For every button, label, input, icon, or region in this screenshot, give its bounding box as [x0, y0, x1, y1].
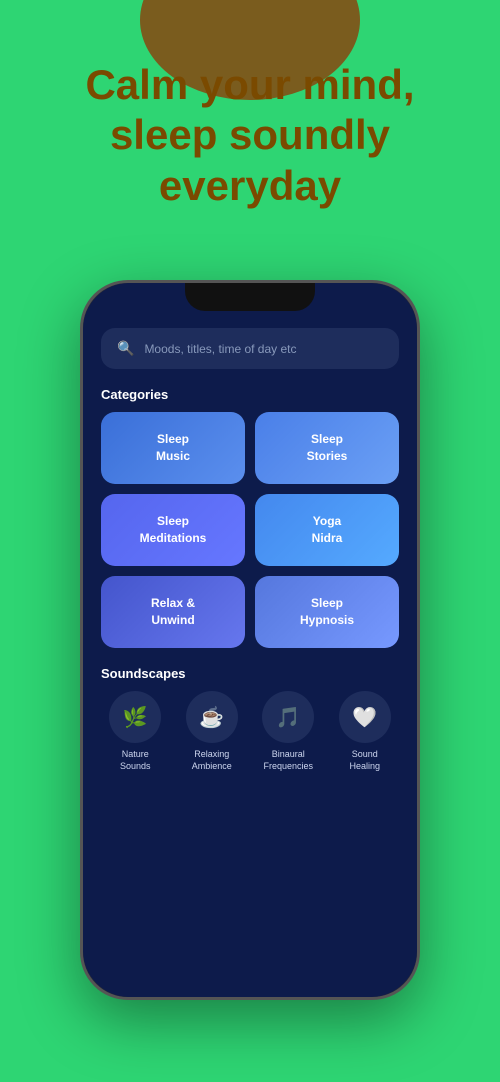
category-sleep-meditations-label: SleepMeditations — [140, 513, 207, 547]
power-button — [417, 413, 420, 473]
category-sleep-hypnosis[interactable]: SleepHypnosis — [255, 576, 399, 648]
sound-healing-icon: 🤍 — [339, 691, 391, 743]
soundscape-relaxing-ambience[interactable]: ☕ RelaxingAmbience — [178, 691, 247, 772]
category-sleep-hypnosis-label: SleepHypnosis — [300, 595, 354, 629]
relaxing-ambience-label: RelaxingAmbience — [192, 749, 232, 772]
category-sleep-music[interactable]: SleepMusic — [101, 412, 245, 484]
relaxing-ambience-icon: ☕ — [186, 691, 238, 743]
soundscapes-row: 🌿 NatureSounds ☕ RelaxingAmbience 🎵 Bina… — [101, 691, 399, 772]
search-icon: 🔍 — [117, 340, 134, 357]
nature-sounds-label: NatureSounds — [120, 749, 151, 772]
categories-grid: SleepMusic SleepStories SleepMeditations… — [101, 412, 399, 648]
category-sleep-stories-label: SleepStories — [307, 431, 348, 465]
category-yoga-nidra-label: YogaNidra — [312, 513, 343, 547]
category-sleep-music-label: SleepMusic — [156, 431, 190, 465]
soundscape-binaural-frequencies[interactable]: 🎵 BinauralFrequencies — [254, 691, 323, 772]
sound-healing-label: SoundHealing — [349, 749, 380, 772]
nature-sounds-icon: 🌿 — [109, 691, 161, 743]
search-placeholder-text: Moods, titles, time of day etc — [144, 342, 296, 356]
category-relax-unwind[interactable]: Relax &Unwind — [101, 576, 245, 648]
categories-title: Categories — [101, 387, 399, 402]
hero-title: Calm your mind, sleep soundly everyday — [30, 60, 470, 211]
phone-mockup: 🔍 Moods, titles, time of day etc Categor… — [80, 280, 420, 1000]
category-relax-unwind-label: Relax &Unwind — [151, 595, 195, 629]
category-sleep-meditations[interactable]: SleepMeditations — [101, 494, 245, 566]
phone-notch — [185, 283, 315, 311]
soundscape-sound-healing[interactable]: 🤍 SoundHealing — [331, 691, 400, 772]
phone-outer: 🔍 Moods, titles, time of day etc Categor… — [80, 280, 420, 1000]
soundscapes-title: Soundscapes — [101, 666, 399, 681]
phone-screen: 🔍 Moods, titles, time of day etc Categor… — [83, 283, 417, 997]
category-sleep-stories[interactable]: SleepStories — [255, 412, 399, 484]
hero-section: Calm your mind, sleep soundly everyday — [0, 60, 500, 211]
binaural-frequencies-icon: 🎵 — [262, 691, 314, 743]
category-yoga-nidra[interactable]: YogaNidra — [255, 494, 399, 566]
soundscape-nature-sounds[interactable]: 🌿 NatureSounds — [101, 691, 170, 772]
search-bar[interactable]: 🔍 Moods, titles, time of day etc — [101, 328, 399, 369]
binaural-frequencies-label: BinauralFrequencies — [263, 749, 313, 772]
